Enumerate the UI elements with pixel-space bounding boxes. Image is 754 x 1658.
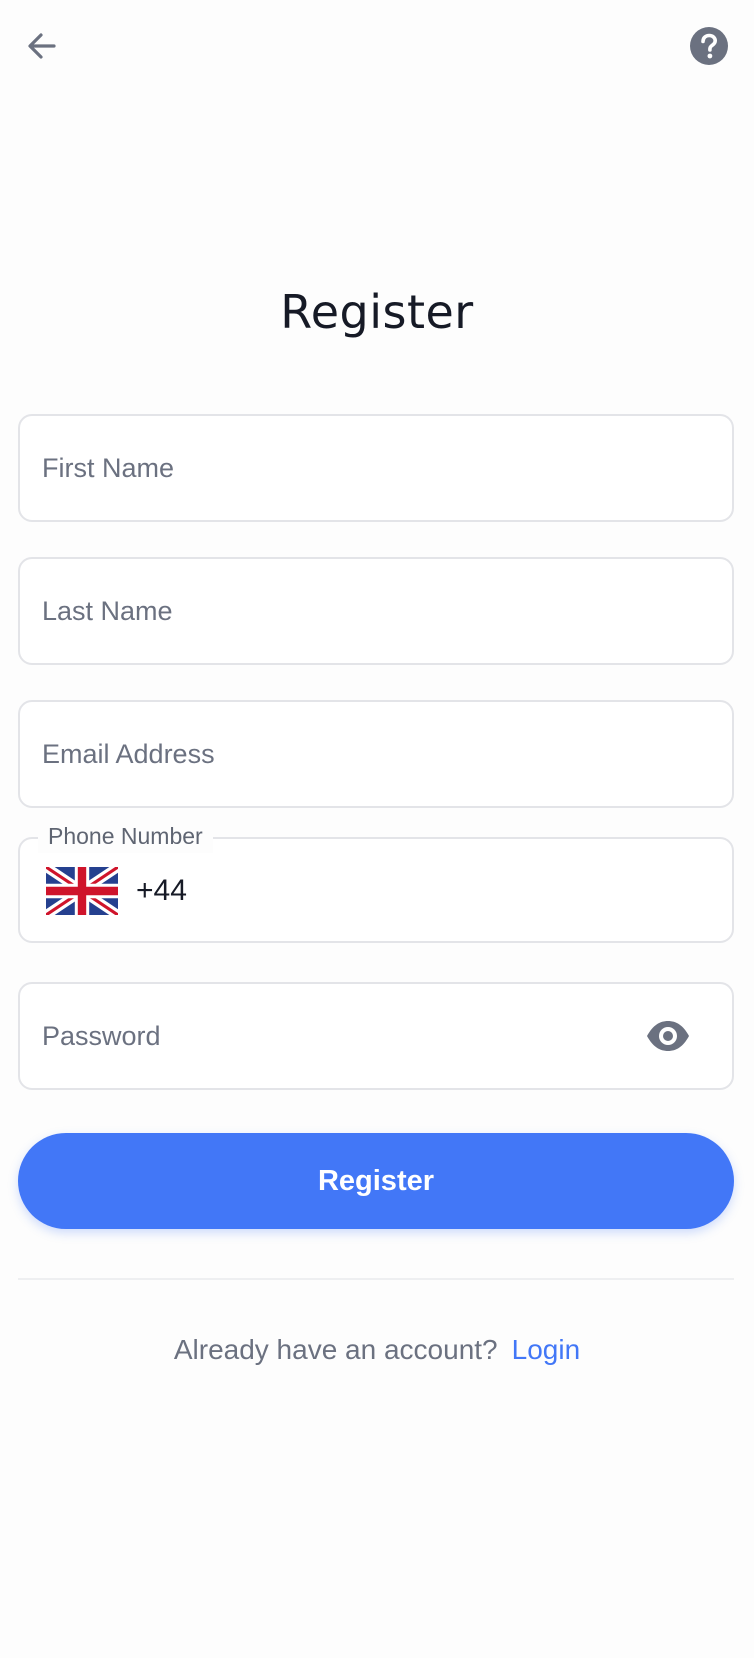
login-link[interactable]: Login: [512, 1334, 581, 1365]
email-field[interactable]: [18, 700, 734, 808]
login-row: Already have an account? Login: [0, 1330, 754, 1370]
question-circle-icon: [690, 27, 728, 65]
password-input[interactable]: [42, 984, 602, 1088]
help-button[interactable]: [688, 25, 730, 67]
divider: [18, 1278, 734, 1280]
last-name-input[interactable]: [42, 559, 642, 663]
page-title: Register: [280, 285, 474, 339]
phone-input[interactable]: [202, 867, 702, 915]
phone-field[interactable]: Phone Number +44: [18, 819, 734, 943]
first-name-field[interactable]: [18, 414, 734, 522]
phone-label: Phone Number: [38, 819, 213, 853]
first-name-input[interactable]: [42, 416, 642, 520]
register-button[interactable]: Register: [18, 1133, 734, 1229]
back-button[interactable]: [20, 24, 64, 68]
country-code[interactable]: +44: [136, 867, 187, 915]
last-name-field[interactable]: [18, 557, 734, 665]
uk-flag-icon[interactable]: [46, 867, 118, 915]
top-bar: [0, 0, 754, 92]
arrow-left-icon: [28, 33, 56, 59]
password-field[interactable]: [18, 982, 734, 1090]
eye-icon: [647, 1021, 689, 1051]
email-input[interactable]: [42, 702, 642, 806]
login-prompt: Already have an account?: [173, 1334, 498, 1365]
show-password-toggle[interactable]: [644, 1016, 692, 1056]
